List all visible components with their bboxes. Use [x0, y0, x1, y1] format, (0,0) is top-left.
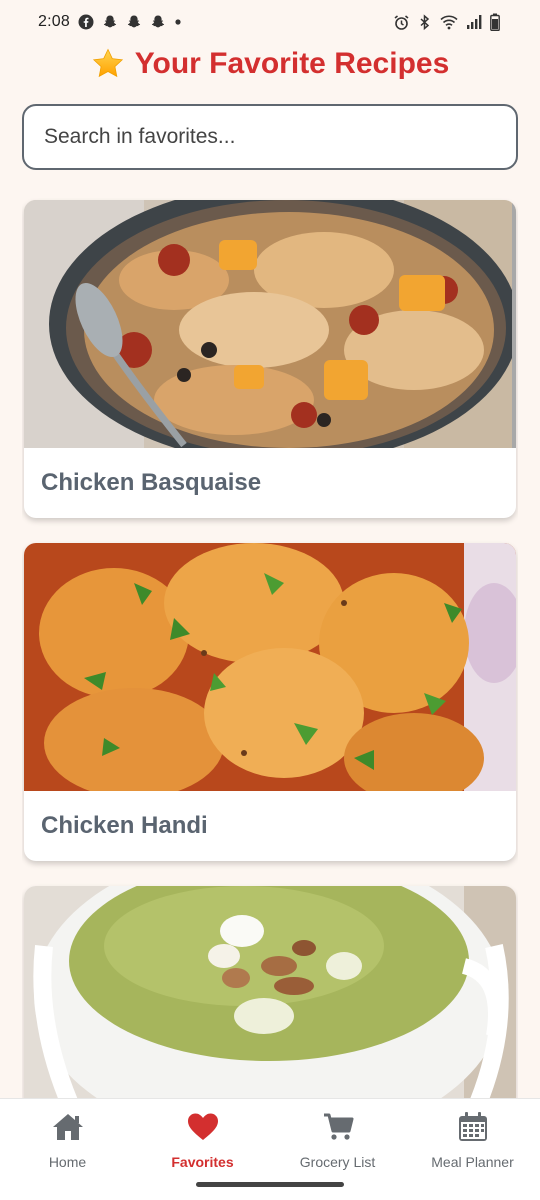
recipe-title: Chicken Basquaise: [41, 469, 262, 496]
cart-icon: [320, 1109, 356, 1145]
nav-item-home[interactable]: Home: [0, 1099, 135, 1200]
search-input[interactable]: [42, 124, 498, 150]
chicken-handi-photo: [24, 543, 516, 791]
page-header: Your Favorite Recipes: [0, 44, 540, 84]
signal-icon: [466, 14, 482, 30]
wifi-icon: [440, 14, 458, 30]
nav-label: Meal Planner: [431, 1154, 514, 1170]
status-left: 2:08: [38, 13, 182, 31]
favorites-list[interactable]: Chicken Basquaise Chicken Handi: [22, 198, 518, 1098]
calendar-icon: [455, 1109, 491, 1145]
bluetooth-icon: [418, 13, 432, 31]
nav-label: Home: [48, 1154, 87, 1170]
snapchat-icon: [126, 14, 142, 30]
search-field[interactable]: [22, 104, 518, 170]
recipe-card[interactable]: Chicken Basquaise: [24, 200, 516, 518]
status-time: 2:08: [38, 13, 70, 30]
alarm-icon: [393, 14, 410, 31]
recipe-card[interactable]: Chicken Handi: [24, 543, 516, 861]
snapchat-icon: [102, 14, 118, 30]
snapchat-icon: [150, 14, 166, 30]
battery-icon: [490, 13, 500, 31]
green-soup-photo: [24, 886, 516, 1098]
dot-icon: [174, 18, 182, 26]
facebook-icon: [78, 14, 94, 30]
status-right: [393, 13, 500, 31]
heart-icon: [185, 1109, 221, 1145]
page-title: Your Favorite Recipes: [134, 47, 450, 80]
recipe-card[interactable]: [24, 886, 516, 1098]
gesture-bar[interactable]: [196, 1182, 344, 1187]
bottom-nav: Home Favorites Grocery List Meal Planner: [0, 1098, 540, 1200]
nav-item-meal-planner[interactable]: Meal Planner: [405, 1099, 540, 1200]
app-screen: 2:08 Your Favorite Recipes Search in fav…: [0, 0, 540, 1200]
home-icon: [50, 1109, 86, 1145]
status-bar: 2:08: [0, 0, 540, 44]
nav-label: Grocery List: [299, 1154, 376, 1170]
star-icon: [91, 47, 125, 81]
nav-label: Favorites: [171, 1154, 234, 1170]
recipe-title: Chicken Handi: [41, 812, 208, 839]
chicken-basquaise-photo: [24, 200, 516, 448]
